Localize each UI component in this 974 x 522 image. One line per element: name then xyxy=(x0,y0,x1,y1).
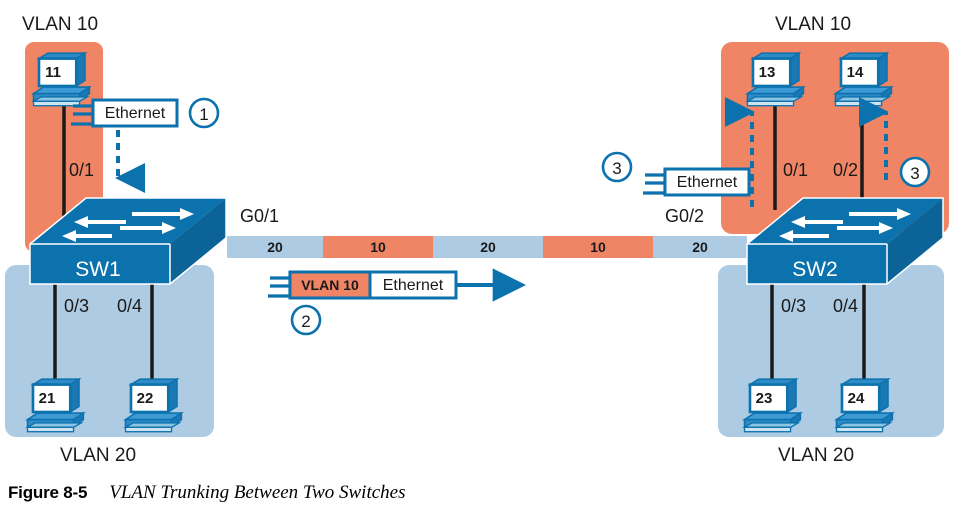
port-label-sw2-0-2: 0/2 xyxy=(833,160,858,180)
pc-14-label: 14 xyxy=(847,64,864,81)
frame-step-3-ethernet-label: Ethernet xyxy=(677,174,738,191)
trunk-segment-label-1: 10 xyxy=(370,239,386,255)
switch-sw2-label: SW2 xyxy=(792,258,838,281)
trunk-segment-label-0: 20 xyxy=(267,239,283,255)
switch-sw1-label: SW1 xyxy=(75,258,121,281)
network-diagram-canvas: 20 10 20 10 20 11 21 22 SW1 0/1 0/3 0/4 … xyxy=(5,14,949,466)
pc-24: 24 xyxy=(835,378,894,434)
pc-23-label: 23 xyxy=(756,390,773,407)
pc-11: 11 xyxy=(32,52,91,108)
step-marker-1-label: 1 xyxy=(199,105,208,124)
step-marker-2-label: 2 xyxy=(301,312,310,331)
trunk-segment-label-2: 20 xyxy=(480,239,496,255)
vlan20-label-right: VLAN 20 xyxy=(778,445,854,466)
port-label-sw2-0-4: 0/4 xyxy=(833,296,858,316)
port-label-sw1-g0-1: G0/1 xyxy=(240,206,279,226)
port-label-sw1-0-4: 0/4 xyxy=(117,296,142,316)
figure-vlan-trunking: 20 10 20 10 20 11 21 22 SW1 0/1 0/3 0/4 … xyxy=(0,0,974,522)
frame-step-2: VLAN 10 Ethernet 2 xyxy=(268,268,526,336)
figure-caption: Figure 8-5 VLAN Trunking Between Two Swit… xyxy=(8,482,968,514)
pc-14: 14 xyxy=(834,52,893,108)
vlan10-label-left: VLAN 10 xyxy=(22,14,98,35)
pc-24-label: 24 xyxy=(848,390,865,407)
port-label-sw2-0-3: 0/3 xyxy=(781,296,806,316)
vlan20-label-left: VLAN 20 xyxy=(60,445,136,466)
frame-step-2-ethernet-label: Ethernet xyxy=(383,277,444,294)
pc-11-label: 11 xyxy=(45,64,61,81)
figure-number: Figure 8-5 xyxy=(8,483,88,502)
port-label-sw1-0-3: 0/3 xyxy=(64,296,89,316)
frame-step-2-vlan-tag-label: VLAN 10 xyxy=(301,277,359,293)
step-marker-3-left-label: 3 xyxy=(612,159,621,178)
trunk-segment-label-4: 20 xyxy=(692,239,708,255)
port-label-sw2-g0-2: G0/2 xyxy=(665,206,704,226)
figure-title: VLAN Trunking Between Two Switches xyxy=(109,482,406,503)
trunk-link: 20 10 20 10 20 xyxy=(227,236,747,258)
pc-13-label: 13 xyxy=(759,64,776,81)
pc-22: 22 xyxy=(124,378,183,434)
pc-21: 21 xyxy=(26,378,85,434)
pc-22-label: 22 xyxy=(137,390,154,407)
pc-21-label: 21 xyxy=(39,390,56,407)
trunk-segment-label-3: 10 xyxy=(590,239,606,255)
port-label-sw2-0-1: 0/1 xyxy=(783,160,808,180)
pc-23: 23 xyxy=(743,378,802,434)
port-label-sw1-0-1: 0/1 xyxy=(69,160,94,180)
step-marker-3-right-label: 3 xyxy=(910,164,919,183)
frame-step-1-ethernet-label: Ethernet xyxy=(105,105,166,122)
pc-13: 13 xyxy=(746,52,805,108)
vlan10-label-right: VLAN 10 xyxy=(775,14,851,35)
